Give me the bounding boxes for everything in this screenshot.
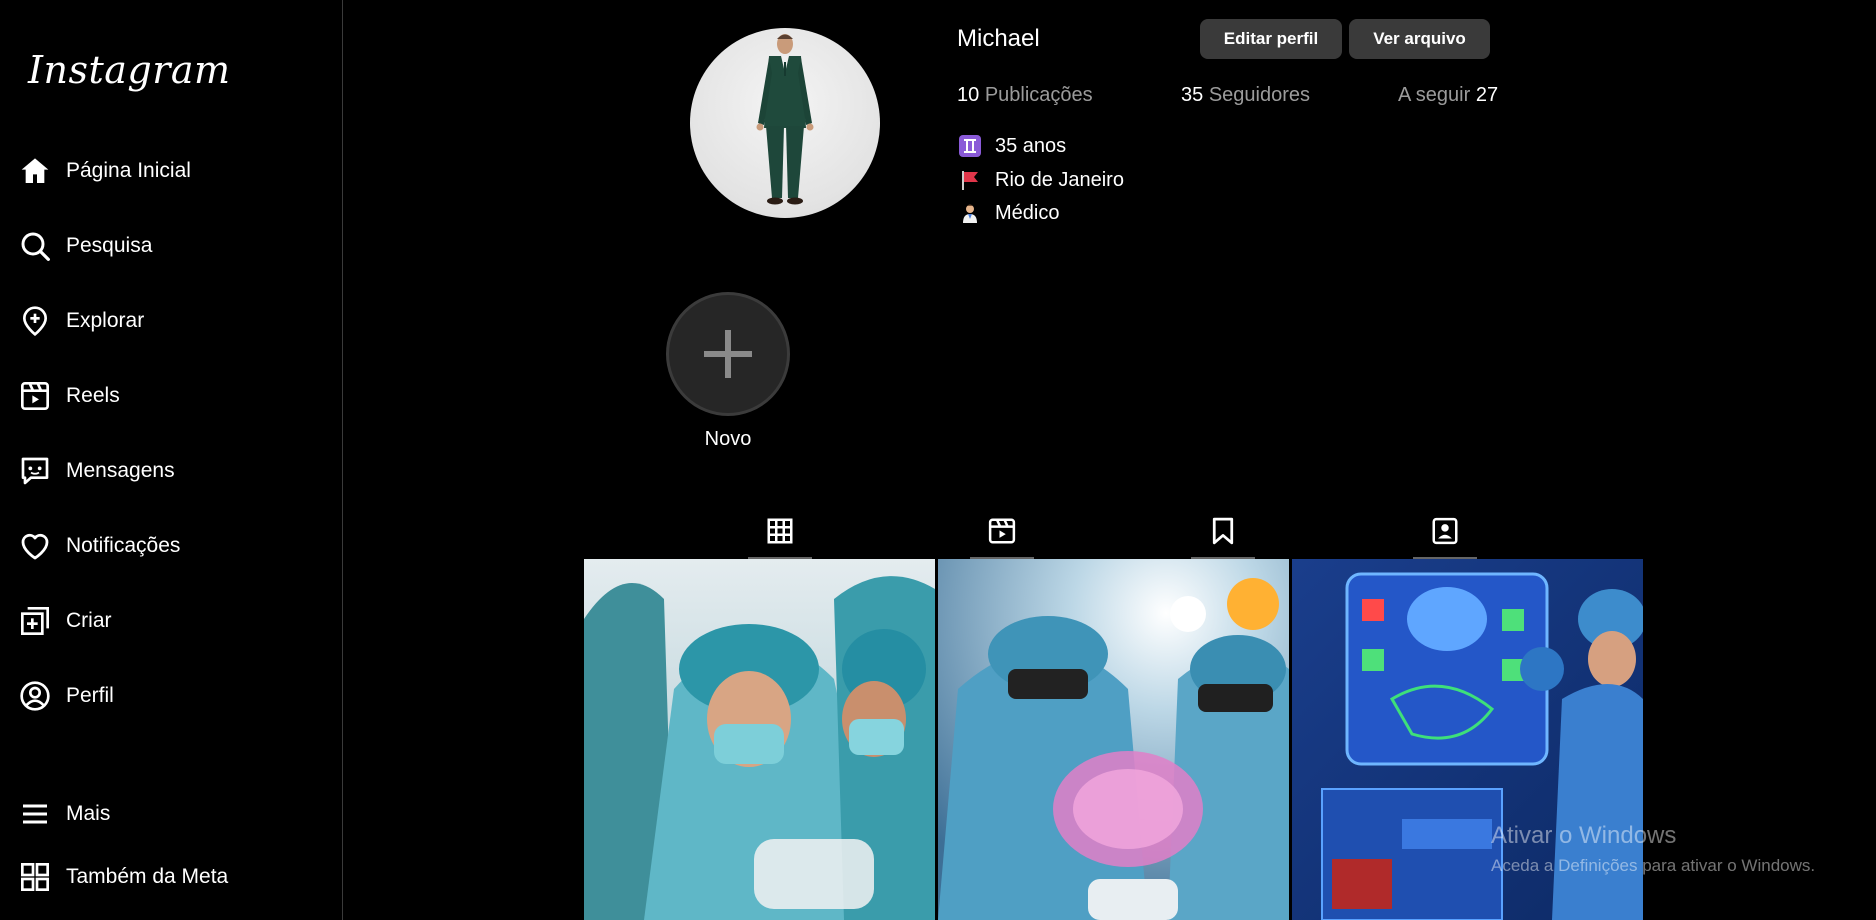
doctor-icon xyxy=(957,201,983,225)
tab-saved[interactable] xyxy=(1191,505,1255,559)
bio-line-profession: Médico xyxy=(957,201,1059,225)
post-thumbnail-1[interactable] xyxy=(584,559,935,920)
tab-tagged[interactable] xyxy=(1413,505,1477,559)
sidebar-item-label: Página Inicial xyxy=(66,159,191,182)
instagram-profile-page: Instagram Página Inicial Pesquisa Explor… xyxy=(0,0,1876,920)
sidebar-item-create[interactable]: Criar xyxy=(18,599,112,643)
edit-profile-button[interactable]: Editar perfil xyxy=(1200,19,1342,59)
profile-avatar[interactable] xyxy=(690,28,880,218)
sidebar-item-profile[interactable]: Perfil xyxy=(18,674,114,718)
view-archive-button[interactable]: Ver arquivo xyxy=(1349,19,1490,59)
profile-icon xyxy=(18,679,52,713)
instagram-logo[interactable]: Instagram xyxy=(28,48,231,92)
windows-activation-subtitle: Aceda a Definições para ativar o Windows… xyxy=(1491,856,1816,875)
bio-profession-text: Médico xyxy=(995,201,1060,224)
heart-icon xyxy=(18,529,52,563)
sidebar-item-label: Perfil xyxy=(66,684,114,707)
bio-age-text: 35 anos xyxy=(995,134,1067,157)
sidebar-item-label: Mensagens xyxy=(66,459,175,482)
sidebar-item-more[interactable]: Mais xyxy=(18,792,110,836)
sidebar-item-meta[interactable]: Também da Meta xyxy=(18,855,228,899)
tab-reels[interactable] xyxy=(970,505,1034,559)
flag-icon xyxy=(957,168,983,192)
posts-label: Publicações xyxy=(984,84,1093,106)
grid-apps-icon xyxy=(18,860,52,894)
sidebar-item-label: Notificações xyxy=(66,534,181,557)
create-icon xyxy=(18,604,52,638)
sidebar-item-reels[interactable]: Reels xyxy=(18,374,120,418)
home-icon xyxy=(18,154,52,188)
bio-location-text: Rio de Janeiro xyxy=(995,168,1124,191)
followers-stat[interactable]: 35 Seguidores xyxy=(1181,84,1310,107)
tab-posts[interactable] xyxy=(748,505,812,559)
windows-activation-title: Ativar o Windows xyxy=(1491,822,1677,849)
post-thumbnail-2[interactable] xyxy=(938,559,1289,920)
following-count: 27 xyxy=(1475,84,1499,106)
sidebar-item-home[interactable]: Página Inicial xyxy=(18,149,191,193)
followers-label: Seguidores xyxy=(1208,84,1310,106)
sidebar-item-label: Explorar xyxy=(66,309,145,332)
menu-icon xyxy=(18,797,52,831)
reels-icon xyxy=(18,379,52,413)
bio-line-age: 35 anos xyxy=(957,134,1066,158)
sidebar-item-label: Criar xyxy=(66,609,112,632)
saved-icon xyxy=(1212,517,1234,545)
bio-line-location: Rio de Janeiro xyxy=(957,168,1124,192)
sidebar-item-label: Mais xyxy=(66,802,111,825)
followers-count: 35 xyxy=(1181,84,1204,106)
profile-username: Michael xyxy=(957,25,1040,52)
following-label: A seguir xyxy=(1398,84,1471,106)
posts-count-stat: 10 Publicações xyxy=(957,84,1093,107)
sidebar-item-messages[interactable]: Mensagens xyxy=(18,449,175,493)
new-highlight-button[interactable] xyxy=(666,292,790,416)
sidebar: Instagram Página Inicial Pesquisa Explor… xyxy=(0,0,343,920)
sidebar-item-explore[interactable]: Explorar xyxy=(18,299,144,343)
posts-count: 10 xyxy=(957,84,980,106)
sidebar-item-notifications[interactable]: Notificações xyxy=(18,524,180,568)
plus-icon xyxy=(704,330,752,378)
reels-tab-icon xyxy=(988,518,1016,544)
gemini-icon xyxy=(957,134,983,158)
sidebar-item-search[interactable]: Pesquisa xyxy=(18,224,152,268)
new-highlight-label: Novo xyxy=(704,428,752,450)
following-stat[interactable]: A seguir 27 xyxy=(1398,84,1498,107)
sidebar-item-label: Pesquisa xyxy=(66,234,153,257)
sidebar-item-label: Também da Meta xyxy=(66,865,229,888)
tagged-icon xyxy=(1432,517,1458,545)
messages-icon xyxy=(18,454,52,488)
search-icon xyxy=(18,229,52,263)
sidebar-item-label: Reels xyxy=(66,384,120,407)
explore-icon xyxy=(18,304,52,338)
posts-grid-icon xyxy=(767,518,793,544)
